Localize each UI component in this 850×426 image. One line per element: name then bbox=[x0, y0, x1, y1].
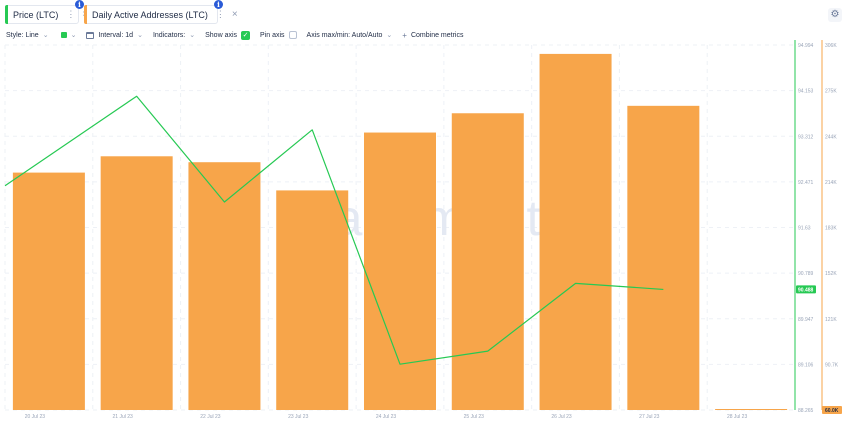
addresses-tick-label: 121K bbox=[825, 317, 837, 323]
metric-tab-price[interactable]: Price (LTC) ⋮ × i bbox=[5, 0, 88, 24]
address-bars bbox=[12, 53, 788, 411]
addresses-tick-label: 244K bbox=[825, 134, 837, 140]
addresses-tick-label: 214K bbox=[825, 180, 837, 186]
interval-label: Interval: 1d bbox=[98, 31, 134, 39]
info-icon[interactable]: i bbox=[214, 0, 223, 9]
x-axis-ticks: 20 Jul 23 21 Jul 23 22 Jul 23 23 Jul 23 24 J… bbox=[25, 414, 748, 420]
indicators-dropdown[interactable]: Indicators: ⌄ bbox=[152, 31, 196, 40]
price-tick-label: 94.153 bbox=[798, 89, 814, 95]
x-tick-label: 26 Jul 23 bbox=[551, 414, 572, 420]
addresses-tick-label: 275K bbox=[825, 89, 837, 95]
address-bar bbox=[627, 105, 700, 410]
kebab-icon[interactable]: ⋮ bbox=[216, 9, 225, 20]
x-tick-label: 22 Jul 23 bbox=[200, 414, 221, 420]
x-tick-label: 28 Jul 23 bbox=[727, 414, 748, 420]
chevron-down-icon: ⌄ bbox=[189, 32, 196, 39]
style-label: Style: Line bbox=[6, 31, 39, 39]
address-bar bbox=[451, 113, 524, 411]
price-tick-label: 88.265 bbox=[798, 408, 814, 414]
indicators-label: Indicators: bbox=[152, 31, 186, 39]
show-axis-label: Show axis bbox=[205, 31, 238, 39]
chart-toolbar: Style: Line ⌄ ⌄ Interval: 1d ⌄ Indicator… bbox=[6, 29, 473, 41]
address-bar bbox=[188, 162, 261, 410]
addresses-tick-label: 152K bbox=[825, 271, 837, 277]
price-tick-label: 94.994 bbox=[798, 43, 814, 49]
current-price-label: 90.488 bbox=[798, 287, 814, 293]
price-axis-ticks: 94.994 94.153 93.312 92.471 91.63 90.789 89.94… bbox=[796, 43, 816, 414]
chevron-down-icon: ⌄ bbox=[42, 32, 49, 39]
color-swatch bbox=[60, 32, 67, 38]
price-tick-label: 89.106 bbox=[798, 362, 814, 368]
metric-tab-addresses-label: Daily Active Addresses (LTC) bbox=[92, 9, 208, 20]
pin-axis-checkbox[interactable] bbox=[288, 31, 297, 39]
address-bar bbox=[539, 53, 612, 411]
price-tick-label: 89.947 bbox=[798, 317, 814, 323]
x-tick-label: 27 Jul 23 bbox=[639, 414, 660, 420]
price-color-bar bbox=[5, 5, 8, 24]
metric-tab-daily-active-addresses[interactable]: Daily Active Addresses (LTC) ⋮ × i bbox=[84, 0, 238, 24]
address-bar bbox=[364, 132, 436, 410]
addresses-axis-ticks: 306K 275K 244K 214K 183K 152K 121K 90.7K 60.0K bbox=[822, 43, 842, 414]
axis-minmax-dropdown[interactable]: Axis max/min: Auto/Auto ⌄ bbox=[306, 31, 393, 40]
style-dropdown[interactable]: Style: Line ⌄ bbox=[6, 31, 49, 40]
chevron-down-icon: ⌄ bbox=[386, 32, 393, 39]
price-tick-label: 93.312 bbox=[798, 134, 814, 140]
pin-axis-toggle[interactable]: Pin axis bbox=[260, 31, 297, 39]
address-bar bbox=[12, 172, 85, 410]
axis-minmax-label: Axis max/min: Auto/Auto bbox=[306, 31, 383, 39]
info-icon[interactable]: i bbox=[75, 0, 84, 9]
gear-icon[interactable]: ⚙ bbox=[828, 8, 842, 22]
plus-icon: + bbox=[402, 30, 407, 40]
metric-tab-price-label: Price (LTC) bbox=[13, 9, 59, 20]
chevron-down-icon: ⌄ bbox=[137, 32, 143, 39]
kebab-icon[interactable]: ⋮ bbox=[66, 9, 75, 20]
pin-axis-label: Pin axis bbox=[260, 31, 285, 39]
chart: santiment 20 Jul 2321 Jul 2322 Jul 2323 … bbox=[4, 40, 842, 420]
addresses-bottom-label: 60.0K bbox=[825, 408, 839, 414]
calendar-icon bbox=[86, 31, 95, 39]
address-bar bbox=[276, 190, 349, 410]
addresses-color-bar bbox=[84, 5, 87, 24]
x-tick-label: 21 Jul 23 bbox=[113, 414, 134, 420]
price-tick-label: 91.63 bbox=[798, 226, 811, 232]
price-tick-label: 92.471 bbox=[798, 180, 814, 186]
addresses-tick-label: 90.7K bbox=[825, 362, 839, 368]
color-picker[interactable]: ⌄ bbox=[59, 31, 77, 39]
interval-dropdown[interactable]: Interval: 1d ⌄ bbox=[86, 31, 143, 39]
addresses-tick-label: 306K bbox=[825, 43, 837, 49]
price-tick-label: 90.789 bbox=[798, 271, 814, 277]
combine-metrics-label: Combine metrics bbox=[410, 31, 464, 39]
x-tick-label: 24 Jul 23 bbox=[376, 414, 397, 420]
address-bar bbox=[715, 409, 788, 410]
chevron-down-icon: ⌄ bbox=[70, 32, 77, 39]
x-tick-label: 20 Jul 23 bbox=[25, 414, 46, 420]
addresses-tick-label: 183K bbox=[825, 226, 837, 232]
x-tick-label: 23 Jul 23 bbox=[288, 414, 309, 420]
combine-metrics-button[interactable]: + Combine metrics bbox=[402, 31, 463, 40]
x-tick-label: 25 Jul 23 bbox=[464, 414, 485, 420]
close-icon[interactable]: × bbox=[232, 9, 238, 20]
checkmark-icon[interactable]: ✓ bbox=[241, 30, 251, 40]
address-bar bbox=[100, 156, 173, 410]
show-axis-toggle[interactable]: Show axis ✓ bbox=[205, 30, 251, 40]
